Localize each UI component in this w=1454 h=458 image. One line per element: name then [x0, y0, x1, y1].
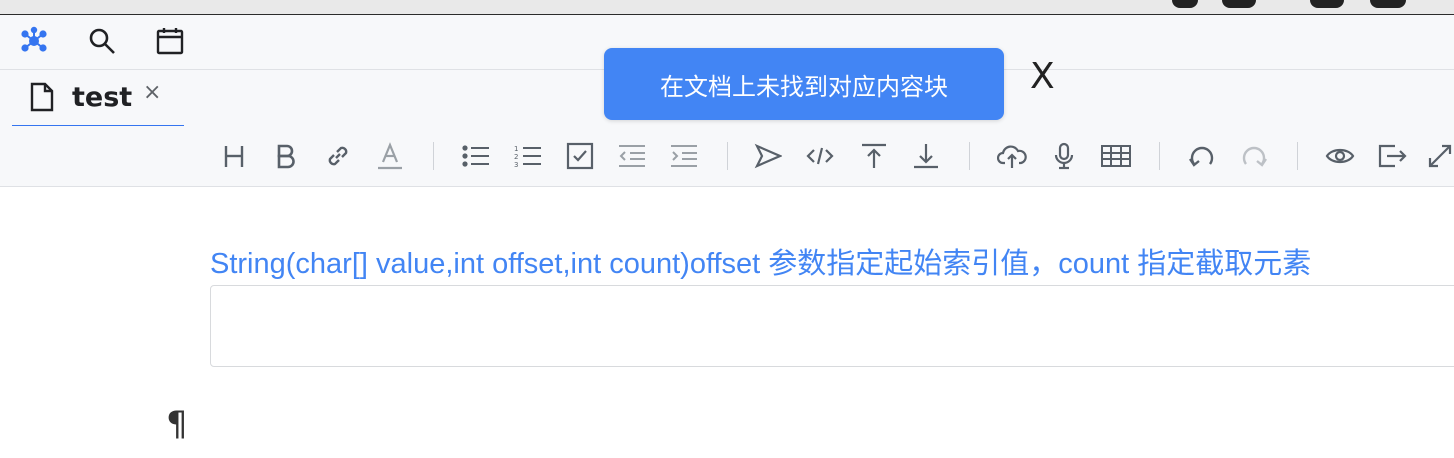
- bold-icon[interactable]: [270, 140, 302, 172]
- toolbar-divider: [1297, 142, 1298, 170]
- editor-toolbar: 123: [0, 126, 1454, 187]
- toolbar-divider: [727, 142, 728, 170]
- upload-top-icon[interactable]: [858, 140, 890, 172]
- bullet-list-icon[interactable]: [460, 140, 492, 172]
- tab-test[interactable]: test ×: [12, 70, 184, 128]
- cloud-upload-icon[interactable]: [996, 140, 1028, 172]
- link-icon[interactable]: [322, 140, 354, 172]
- text-color-icon[interactable]: [374, 140, 406, 172]
- preview-icon[interactable]: [1324, 140, 1356, 172]
- indent-icon[interactable]: [668, 140, 700, 172]
- system-tray-icon: [1172, 0, 1198, 8]
- document-icon: [29, 82, 55, 116]
- download-bottom-icon[interactable]: [910, 140, 942, 172]
- svg-text:2: 2: [514, 153, 518, 161]
- redo-icon[interactable]: [1238, 140, 1270, 172]
- send-icon[interactable]: [752, 140, 784, 172]
- ordered-list-icon[interactable]: 123: [512, 140, 544, 172]
- content-text-line[interactable]: String(char[] value,int offset,int count…: [210, 240, 1454, 282]
- calendar-icon[interactable]: [152, 23, 188, 59]
- toolbar-divider: [433, 142, 434, 170]
- toolbar-divider: [1159, 142, 1160, 170]
- system-tray-icon: [1310, 0, 1344, 8]
- code-icon[interactable]: [804, 140, 836, 172]
- outdent-icon[interactable]: [616, 140, 648, 172]
- toast-close-button[interactable]: X: [1030, 56, 1070, 100]
- tab-label: test: [72, 82, 133, 113]
- undo-icon[interactable]: [1186, 140, 1218, 172]
- fullscreen-icon[interactable]: [1426, 140, 1454, 172]
- tab-close-button[interactable]: ×: [143, 80, 161, 105]
- svg-text:3: 3: [514, 161, 518, 169]
- paragraph-mark-icon[interactable]: ¶: [166, 404, 188, 444]
- system-menu-strip: [0, 0, 1454, 15]
- system-tray-icon: [1370, 0, 1406, 8]
- editor-input-box[interactable]: [210, 285, 1454, 367]
- heading-icon[interactable]: [218, 140, 250, 172]
- graph-icon[interactable]: [16, 23, 52, 59]
- svg-text:1: 1: [514, 145, 518, 153]
- table-icon[interactable]: [1100, 140, 1132, 172]
- microphone-icon[interactable]: [1048, 140, 1080, 172]
- search-icon[interactable]: [84, 23, 120, 59]
- system-tray-icon: [1222, 0, 1256, 8]
- export-icon[interactable]: [1376, 140, 1408, 172]
- toolbar-divider: [969, 142, 970, 170]
- toast-notification: 在文档上未找到对应内容块: [604, 48, 1004, 120]
- checklist-icon[interactable]: [564, 140, 596, 172]
